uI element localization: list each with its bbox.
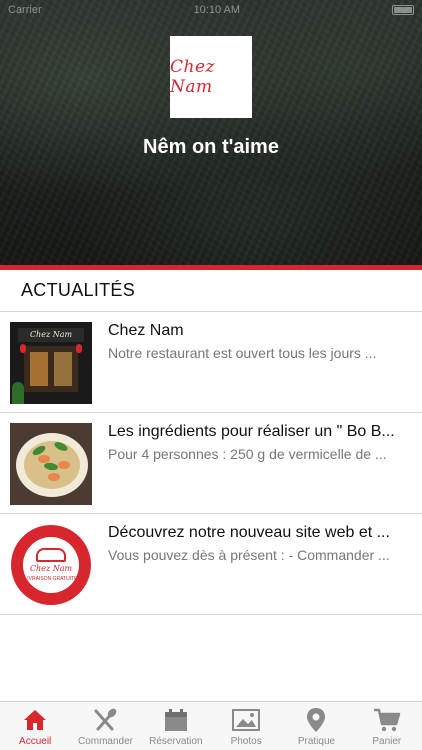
tab-pratique[interactable]: Pratique [281,702,351,750]
news-title: Découvrez notre nouveau site web et ... [108,524,390,541]
tab-photos[interactable]: Photos [211,702,281,750]
tab-label: Accueil [19,736,52,747]
news-description: Notre restaurant est ouvert tous les jou… [108,345,377,361]
news-item[interactable]: Les ingrédients pour réaliser un " Bo B.… [0,413,422,514]
status-carrier: Carrier [8,4,42,16]
tab-label: Pratique [297,736,336,747]
status-time: 10:10 AM [193,4,241,16]
page-title: Nêm on t'aime [143,136,279,158]
noodle-bowl-thumbnail [10,423,92,505]
tab-label: Commander [77,736,133,747]
hero-header: Carrier 10:10 AM Chez Nam Nêm on t'aime [0,0,422,265]
delivery-logo-text: Chez Nam [29,564,73,573]
logo-text: Chez Nam [170,57,215,97]
storefront-sign: Chez Nam [18,328,84,342]
news-description: Vous pouvez dès à présent : - Commander … [108,547,390,563]
storefront-thumbnail: Chez Nam [10,322,92,404]
tab-label: Panier [372,736,402,747]
scooter-icon [36,548,66,562]
news-title: Les ingrédients pour réaliser un " Bo B.… [108,423,395,440]
restaurant-logo: Chez Nam [170,36,252,118]
delivery-logo-thumbnail: Chez Nam LIVRAISON GRATUITE [10,524,92,606]
news-title: Chez Nam [108,322,184,339]
cart-icon [373,706,401,734]
section-title: ACTUALITÉS [0,270,422,312]
news-item[interactable]: Chez Nam LIVRAISON GRATUITE Découvrez no… [0,514,422,615]
delivery-logo-subtext: LIVRAISON GRATUITE [24,576,78,582]
utensils-icon [91,706,119,734]
tab-accueil[interactable]: Accueil [0,702,70,750]
tab-bar: Accueil Commander Réservation Photos Pra… [0,701,422,750]
news-description: Pour 4 personnes : 250 g de vermicelle d… [108,446,387,462]
tab-panier[interactable]: Panier [352,702,422,750]
tab-label: Réservation [149,736,203,747]
news-list: Chez Nam Chez Nam Notre restaurant est o… [0,312,422,615]
photos-icon [232,706,261,734]
news-item[interactable]: Chez Nam Chez Nam Notre restaurant est o… [0,312,422,413]
tab-label: Photos [230,736,262,747]
calendar-icon [162,706,190,734]
battery-icon [391,5,414,15]
tab-commander[interactable]: Commander [70,702,140,750]
location-pin-icon [302,706,330,734]
home-icon [21,706,49,734]
status-bar: Carrier 10:10 AM [0,0,422,20]
tab-reservation[interactable]: Réservation [141,702,211,750]
